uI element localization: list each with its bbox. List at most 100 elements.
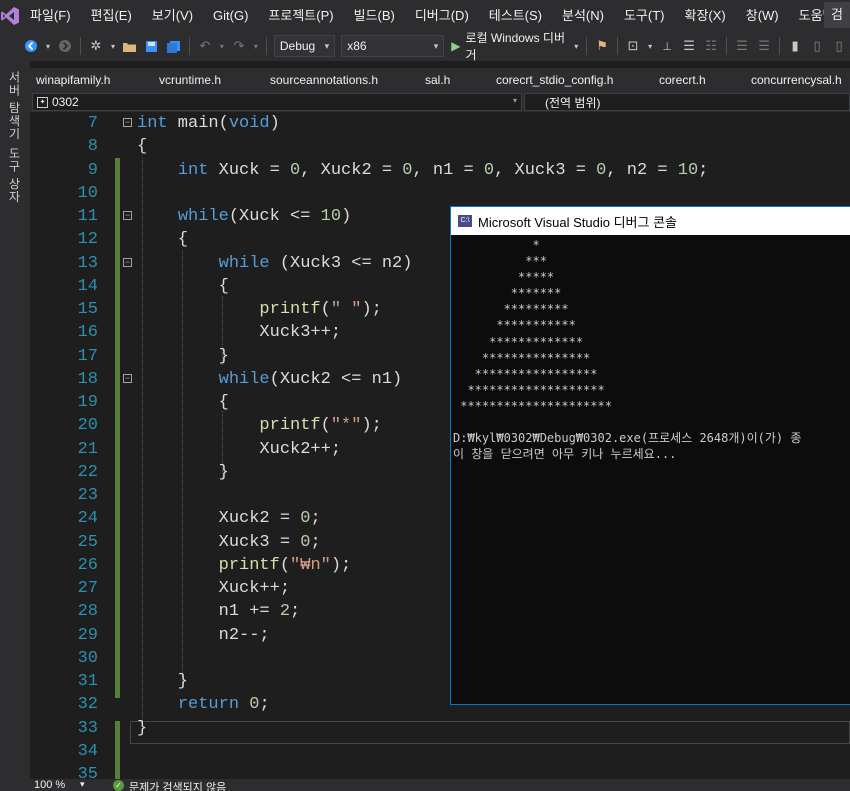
document-tab[interactable]: concurrencysal.h xyxy=(751,73,842,87)
code-line[interactable]: 33} xyxy=(30,717,850,740)
solution-platform-dropdown[interactable]: x86 ▾ xyxy=(341,35,445,57)
code-token: ; xyxy=(259,695,270,715)
line-number: 34 xyxy=(77,741,98,761)
code-token: ; xyxy=(310,532,321,552)
document-tab[interactable]: vcruntime.h xyxy=(159,73,221,87)
menu-item[interactable]: 디버그(D) xyxy=(405,0,479,31)
search-box[interactable]: 검 xyxy=(824,2,850,28)
code-token: main( xyxy=(167,114,229,133)
scope-dropdown[interactable]: (전역 범위) xyxy=(524,93,850,111)
menu-item[interactable]: 분석(N) xyxy=(552,0,614,31)
save-icon[interactable] xyxy=(143,35,161,57)
attach-process-icon[interactable]: ⚑ xyxy=(593,35,611,57)
dropdown-arrow-icon[interactable]: ▾ xyxy=(44,35,52,57)
code-line[interactable]: 35 xyxy=(30,763,850,779)
menu-item[interactable]: 프로젝트(P) xyxy=(258,0,343,31)
undo-icon[interactable]: ↶ xyxy=(196,35,214,57)
menu-item[interactable]: 보기(V) xyxy=(142,0,203,31)
platform-value: x86 xyxy=(347,39,367,53)
code-token: ; xyxy=(310,509,321,529)
code-line[interactable]: 9 int Xuck = 0, Xuck2 = 0, n1 = 0, Xuck3… xyxy=(30,159,850,182)
dropdown-arrow-icon[interactable]: ▾ xyxy=(109,35,117,57)
code-token: { xyxy=(137,393,229,412)
screenshot-icon[interactable]: ⊡ xyxy=(624,35,642,57)
comment-icon[interactable]: ☰ xyxy=(733,35,751,57)
dropdown-arrow-icon[interactable]: ▾ xyxy=(218,35,226,57)
console-line: *********** xyxy=(453,318,576,333)
document-tab[interactable]: corecrt.h xyxy=(659,73,706,87)
forward-icon[interactable] xyxy=(56,35,74,57)
dropdown-arrow-icon: ▾ xyxy=(574,41,579,51)
console-line: D:₩kyl₩0302₩Debug₩0302.exe(프로세스 2648개)이(… xyxy=(453,431,802,446)
fold-toggle-icon[interactable]: − xyxy=(123,257,132,267)
zoom-level[interactable]: 100 % xyxy=(34,779,65,791)
line-number: 19 xyxy=(77,393,98,412)
project-dropdown[interactable]: ✦ 0302 ▾ xyxy=(32,93,522,111)
code-text: return 0; xyxy=(137,693,270,716)
menu-item[interactable]: 파일(F) xyxy=(20,0,81,31)
toolbox-tab[interactable]: 도구 상자 xyxy=(6,147,23,203)
code-token: ) xyxy=(269,114,280,133)
line-number: 12 xyxy=(77,230,98,250)
console-title-bar[interactable]: C:\ Microsoft Visual Studio 디버그 콘솔 xyxy=(451,207,850,235)
dropdown-arrow-icon[interactable]: ▾ xyxy=(80,779,85,790)
code-token: Xuck2 = xyxy=(137,509,301,529)
menu-item[interactable]: 확장(X) xyxy=(675,0,736,31)
code-line[interactable]: 10 xyxy=(30,182,850,205)
format-icon[interactable]: ☷ xyxy=(702,35,720,57)
console-line: ***** xyxy=(453,270,555,285)
code-line[interactable]: 8{ xyxy=(30,135,850,158)
issues-message[interactable]: 문제가 검색되지 않음 xyxy=(129,779,226,791)
debug-console-window[interactable]: C:\ Microsoft Visual Studio 디버그 콘솔 * ***… xyxy=(450,206,850,705)
save-all-icon[interactable] xyxy=(165,35,183,57)
server-explorer-tab[interactable]: 서버 탐색기 xyxy=(6,71,23,140)
fold-toggle-icon[interactable]: − xyxy=(123,118,132,127)
back-icon[interactable] xyxy=(22,35,40,57)
start-debugging-button[interactable]: ▶ 로컬 Windows 디버거 ▾ xyxy=(449,31,580,62)
menu-item[interactable]: 창(W) xyxy=(736,0,789,31)
open-folder-icon[interactable] xyxy=(121,35,139,57)
console-output[interactable]: * *** ***** ******* ********* **********… xyxy=(451,235,850,462)
new-project-icon[interactable]: ✲ xyxy=(87,35,105,57)
line-number: 15 xyxy=(77,300,98,319)
code-token: ) xyxy=(341,207,352,226)
bookmark-icon[interactable]: ▮ xyxy=(786,35,804,57)
console-title: Microsoft Visual Studio 디버그 콘솔 xyxy=(478,214,678,230)
fold-toggle-icon[interactable]: − xyxy=(123,211,132,220)
console-line: ***************** xyxy=(453,366,598,381)
line-number: 11 xyxy=(77,207,98,226)
document-tab[interactable]: sourceannotations.h xyxy=(270,73,378,87)
code-token: ; xyxy=(698,160,709,180)
dropdown-arrow-icon[interactable]: ▾ xyxy=(646,35,654,57)
toolbar-separator xyxy=(617,37,619,55)
code-line[interactable]: 7 − int main(void) xyxy=(30,112,850,135)
project-icon: ✦ xyxy=(37,96,48,108)
document-tab[interactable]: corecrt_stdio_config.h xyxy=(496,73,613,87)
redo-icon[interactable]: ↷ xyxy=(230,35,248,57)
code-line[interactable]: 34 xyxy=(30,740,850,763)
menu-item[interactable]: 테스트(S) xyxy=(479,0,552,31)
line-number: 21 xyxy=(77,439,98,459)
line-number: 26 xyxy=(77,555,98,575)
menu-item[interactable]: 편집(E) xyxy=(81,0,142,31)
uncomment-icon[interactable]: ☰ xyxy=(755,35,773,57)
menu-item[interactable]: 빌드(B) xyxy=(344,0,405,31)
document-tab[interactable]: winapifamily.h xyxy=(36,73,110,87)
bookmark-next-icon[interactable]: ▯ xyxy=(830,35,848,57)
menu-item[interactable]: 도구(T) xyxy=(614,0,675,31)
code-token: 0 xyxy=(290,160,301,180)
code-token: Xuck++; xyxy=(137,579,291,598)
bookmark-prev-icon[interactable]: ▯ xyxy=(808,35,826,57)
solution-configuration-dropdown[interactable]: Debug ▾ xyxy=(273,35,336,57)
fold-toggle-icon[interactable]: − xyxy=(123,373,132,383)
document-tab[interactable]: sal.h xyxy=(425,73,450,87)
code-text: n2--; xyxy=(137,624,270,647)
code-token: ); xyxy=(361,300,382,319)
code-text: printf("*"); xyxy=(137,414,381,437)
line-number: 7 xyxy=(87,114,98,133)
dropdown-arrow-icon[interactable]: ▾ xyxy=(252,35,260,57)
menu-item[interactable]: Git(G) xyxy=(203,0,258,31)
align-icon[interactable]: ⊥ xyxy=(658,35,676,57)
list-icon[interactable]: ☰ xyxy=(680,35,698,57)
